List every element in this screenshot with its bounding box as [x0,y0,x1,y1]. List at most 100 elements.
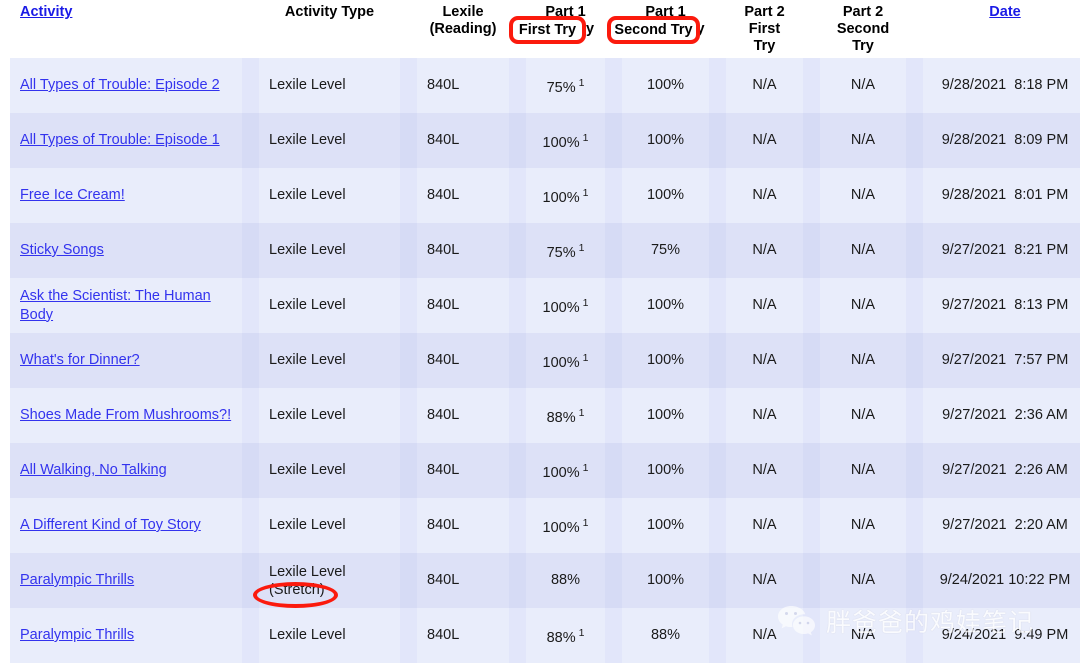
row-spacer-1 [242,168,259,223]
activity-link[interactable]: All Walking, No Talking [20,462,167,478]
row-spacer-1 [242,113,259,168]
activity-link[interactable]: Sticky Songs [20,242,104,258]
cell-part2-first-try: N/A [726,113,803,168]
cell-activity[interactable]: Shoes Made From Mushrooms?! [10,388,242,443]
cell-activity[interactable]: All Types of Trouble: Episode 2 [10,58,242,113]
cell-activity[interactable]: Paralympic Thrills [10,608,242,663]
cell-part2-first-try: N/A [726,278,803,333]
cell-lexile-reading: 840L [417,333,509,388]
cell-part2-second-try: N/A [820,168,906,223]
row-spacer-4 [605,113,622,168]
row-spacer-5 [709,333,726,388]
row-spacer-6 [803,498,820,553]
cell-part2-second-try: N/A [820,58,906,113]
cell-activity-type: Lexile Level [259,278,400,333]
header-spacer-5 [709,0,726,58]
cell-date: 9/28/2021 8:18 PM [923,58,1080,113]
row-spacer-5 [709,58,726,113]
cell-activity[interactable]: All Walking, No Talking [10,443,242,498]
column-header-date[interactable]: Date [923,0,1080,58]
activity-link[interactable]: Ask the Scientist: The Human Body [20,288,211,323]
part1-first-try-value: 88% [546,629,576,646]
row-spacer-left [0,223,10,278]
activity-report-page: Activity Activity Type Lexile (Reading) … [0,0,1080,670]
cell-activity[interactable]: What's for Dinner? [10,333,242,388]
footnote-marker: 1 [582,516,589,529]
table-row: All Walking, No Talking Lexile Level 840L 1… [0,443,1080,498]
cell-part2-second-try: N/A [820,278,906,333]
cell-lexile-reading: 840L [417,443,509,498]
activity-link[interactable]: What's for Dinner? [20,352,140,368]
cell-part1-first-try: 100% 1 [526,278,605,333]
column-header-activity-type: Activity Type [259,0,400,58]
row-spacer-left [0,388,10,443]
activity-link[interactable]: All Types of Trouble: Episode 2 [20,77,220,93]
cell-activity[interactable]: A Different Kind of Toy Story [10,498,242,553]
cell-activity[interactable]: Ask the Scientist: The Human Body [10,278,242,333]
row-spacer-3 [509,58,526,113]
activity-results-table: Activity Activity Type Lexile (Reading) … [0,0,1080,663]
row-spacer-7 [906,168,923,223]
row-spacer-4 [605,443,622,498]
cell-part1-first-try: 100% 1 [526,168,605,223]
table-row: All Types of Trouble: Episode 1 Lexile Le… [0,113,1080,168]
cell-date: 9/28/2021 8:09 PM [923,113,1080,168]
cell-lexile-reading: 840L [417,608,509,663]
row-spacer-6 [803,388,820,443]
activity-link[interactable]: Paralympic Thrills [20,572,134,588]
column-header-activity[interactable]: Activity [10,0,242,58]
row-spacer-1 [242,498,259,553]
cell-part1-first-try: 100% 1 [526,443,605,498]
part1-first-try-value: 88% [546,409,576,426]
annotation-first-try-label: First Try [518,22,577,38]
cell-activity-type: Lexile Level (Stretch) [259,553,400,608]
cell-activity-type: Lexile Level [259,113,400,168]
table-row: What's for Dinner? Lexile Level 840L 100% 1 1… [0,333,1080,388]
part1-first-try-value: 100% [542,464,580,481]
cell-lexile-reading: 840L [417,278,509,333]
row-spacer-left [0,168,10,223]
table-row: Paralympic Thrills Lexile Level (Stretch) 8… [0,553,1080,608]
activity-link[interactable]: Paralympic Thrills [20,627,134,643]
cell-part2-first-try: N/A [726,498,803,553]
cell-part2-first-try: N/A [726,58,803,113]
cell-part1-second-try: 100% [622,498,709,553]
cell-activity[interactable]: Paralympic Thrills [10,553,242,608]
row-spacer-5 [709,223,726,278]
activity-link[interactable]: Shoes Made From Mushrooms?! [20,407,231,423]
footnote-marker: 1 [578,406,585,419]
cell-activity[interactable]: All Types of Trouble: Episode 1 [10,113,242,168]
row-spacer-7 [906,58,923,113]
row-spacer-6 [803,443,820,498]
row-spacer-left [0,113,10,168]
column-header-lexile: Lexile (Reading) [417,0,509,58]
activity-link[interactable]: Free Ice Cream! [20,187,125,203]
row-spacer-7 [906,278,923,333]
footnote-marker: 1 [582,351,589,364]
row-spacer-4 [605,553,622,608]
cell-date: 9/27/2021 2:20 AM [923,498,1080,553]
header-spacer-6 [803,0,820,58]
cell-part1-first-try: 88% 1 [526,608,605,663]
cell-activity-type: Lexile Level [259,498,400,553]
activity-link[interactable]: All Types of Trouble: Episode 1 [20,132,220,148]
cell-part2-first-try: N/A [726,223,803,278]
cell-part2-second-try: N/A [820,498,906,553]
cell-activity-type: Lexile Level [259,58,400,113]
row-spacer-6 [803,223,820,278]
cell-part1-first-try: 75% 1 [526,223,605,278]
cell-date: 9/24/2021 10:22 PM [923,553,1080,608]
cell-part2-second-try: N/A [820,553,906,608]
row-spacer-6 [803,113,820,168]
cell-activity[interactable]: Free Ice Cream! [10,168,242,223]
cell-activity[interactable]: Sticky Songs [10,223,242,278]
column-header-activity-link[interactable]: Activity [20,4,72,20]
row-spacer-left [0,278,10,333]
activity-link[interactable]: A Different Kind of Toy Story [20,517,201,533]
cell-activity-type: Lexile Level [259,333,400,388]
row-spacer-3 [509,608,526,663]
row-spacer-6 [803,608,820,663]
footnote-marker: 1 [582,186,589,199]
row-spacer-7 [906,608,923,663]
column-header-date-link[interactable]: Date [989,4,1020,20]
